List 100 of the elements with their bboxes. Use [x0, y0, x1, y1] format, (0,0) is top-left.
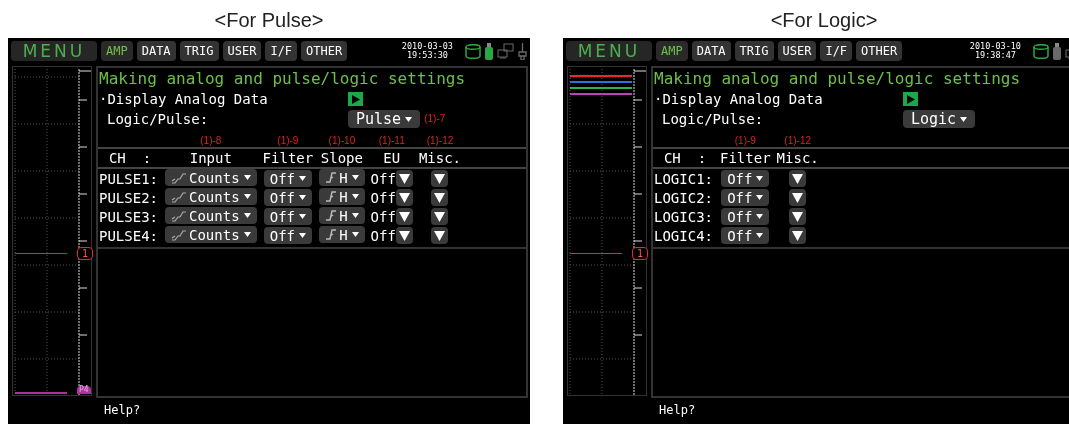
triangle-down-icon: [434, 192, 446, 203]
callout-label: (1)-10: [328, 135, 356, 146]
column-header: Filter: [720, 150, 771, 166]
dropdown[interactable]: Off: [263, 208, 313, 225]
channel-marker: P4: [77, 386, 91, 394]
triangle-down-icon: [398, 192, 410, 203]
dropdown-button[interactable]: [789, 170, 807, 187]
column-header: CH :: [108, 150, 152, 166]
dropdown[interactable]: Counts: [165, 169, 257, 186]
caret-icon: [960, 116, 968, 122]
dropdown[interactable]: Off: [721, 189, 770, 206]
dropdown[interactable]: H: [319, 188, 365, 205]
dropdown-button[interactable]: [395, 227, 413, 244]
play-button[interactable]: [348, 92, 363, 106]
triangle-down-icon: [434, 173, 446, 184]
tab[interactable]: DATA: [691, 41, 731, 61]
dropdown-button[interactable]: [431, 189, 449, 206]
rising-edge-icon: [325, 190, 338, 203]
ramp-icon: [171, 190, 187, 203]
channel-label: PULSE4:: [99, 227, 158, 244]
callout-label: (1)-7: [424, 112, 446, 126]
dropdown[interactable]: H: [319, 207, 365, 224]
ramp-icon: [171, 171, 187, 184]
dropdown-button[interactable]: [395, 170, 413, 187]
caret-icon: [351, 232, 359, 237]
tab[interactable]: OTHER: [301, 41, 348, 61]
tab[interactable]: TRIG: [179, 41, 219, 61]
channel-marker: 1: [77, 247, 94, 260]
column-header: EU: [383, 150, 401, 166]
column-header: Filter: [262, 150, 314, 166]
time-text: 19:53:30: [406, 51, 448, 60]
caret-icon: [756, 176, 764, 181]
ramp-icon: [171, 228, 187, 241]
figure-caption: <For Logic>: [770, 8, 878, 32]
dropdown[interactable]: Off: [721, 170, 770, 187]
triangle-down-icon: [792, 173, 804, 184]
dropdown[interactable]: Counts: [165, 188, 257, 205]
tab[interactable]: TRIG: [734, 41, 774, 61]
rising-edge-icon: [325, 228, 338, 241]
callout-label: (1)-8: [200, 135, 222, 146]
dropdown[interactable]: Counts: [165, 207, 257, 224]
caret-icon: [756, 233, 764, 238]
tab[interactable]: AMP: [656, 41, 688, 61]
dropdown[interactable]: Off: [263, 170, 313, 187]
value-text: Off: [370, 188, 396, 207]
option-label: Logic/Pulse:: [662, 110, 765, 128]
dropdown-button[interactable]: [431, 208, 449, 225]
dropdown[interactable]: Off: [263, 227, 313, 244]
tab[interactable]: I/F: [820, 41, 853, 61]
callout-label: (1)-12: [784, 135, 811, 146]
channel-marker: 1: [632, 247, 649, 260]
tab[interactable]: USER: [777, 41, 817, 61]
tab[interactable]: AMP: [101, 41, 133, 61]
dropdown[interactable]: Off: [721, 227, 770, 244]
dropdown-button[interactable]: [395, 189, 413, 206]
dropdown[interactable]: H: [319, 169, 365, 186]
dropdown-button[interactable]: [431, 227, 449, 244]
caret-icon: [299, 214, 307, 219]
dropdown[interactable]: Off: [721, 208, 770, 225]
tab[interactable]: I/F: [265, 41, 298, 61]
channel-label: LOGIC1:: [654, 170, 713, 187]
tab[interactable]: OTHER: [856, 41, 903, 61]
play-button[interactable]: [903, 92, 918, 106]
caret-icon: [243, 194, 251, 199]
dropdown-button[interactable]: [431, 170, 449, 187]
callout-label: (1)-11: [378, 135, 405, 146]
menu-button[interactable]: MENU: [566, 41, 652, 61]
date-text: 2010-03-10: [969, 42, 1021, 51]
mode-dropdown[interactable]: Pulse: [348, 110, 421, 128]
dropdown[interactable]: Counts: [165, 226, 257, 243]
channel-label: LOGIC4:: [654, 227, 713, 244]
triangle-down-icon: [398, 230, 410, 241]
triangle-down-icon: [792, 230, 804, 241]
dropdown-button[interactable]: [789, 208, 807, 225]
channel-label: LOGIC2:: [654, 189, 713, 206]
value-text: Off: [370, 207, 396, 226]
tab[interactable]: DATA: [136, 41, 176, 61]
dropdown-button[interactable]: [789, 189, 807, 206]
column-header: Input: [189, 150, 232, 166]
channel-label: PULSE1:: [99, 170, 158, 187]
channel-label: LOGIC3:: [654, 208, 713, 225]
caret-icon: [243, 175, 251, 180]
dropdown[interactable]: H: [319, 226, 365, 243]
help-text: Help?: [658, 402, 697, 418]
triangle-down-icon: [792, 192, 804, 203]
help-text: Help?: [103, 402, 142, 418]
triangle-down-icon: [398, 173, 410, 184]
callout-label: (1)-9: [734, 135, 756, 146]
value-text: Off: [370, 226, 396, 245]
mode-dropdown[interactable]: Logic: [903, 110, 976, 128]
dropdown[interactable]: Off: [263, 189, 313, 206]
dropdown-button[interactable]: [789, 227, 807, 244]
caret-icon: [299, 176, 307, 181]
channel-label: PULSE3:: [99, 208, 158, 225]
tab[interactable]: USER: [222, 41, 262, 61]
callout-label: (1)-9: [277, 135, 299, 146]
menu-button[interactable]: MENU: [11, 41, 97, 61]
dropdown-button[interactable]: [395, 208, 413, 225]
column-header: Slope: [320, 150, 363, 166]
callout-label: (1)-12: [426, 135, 454, 146]
